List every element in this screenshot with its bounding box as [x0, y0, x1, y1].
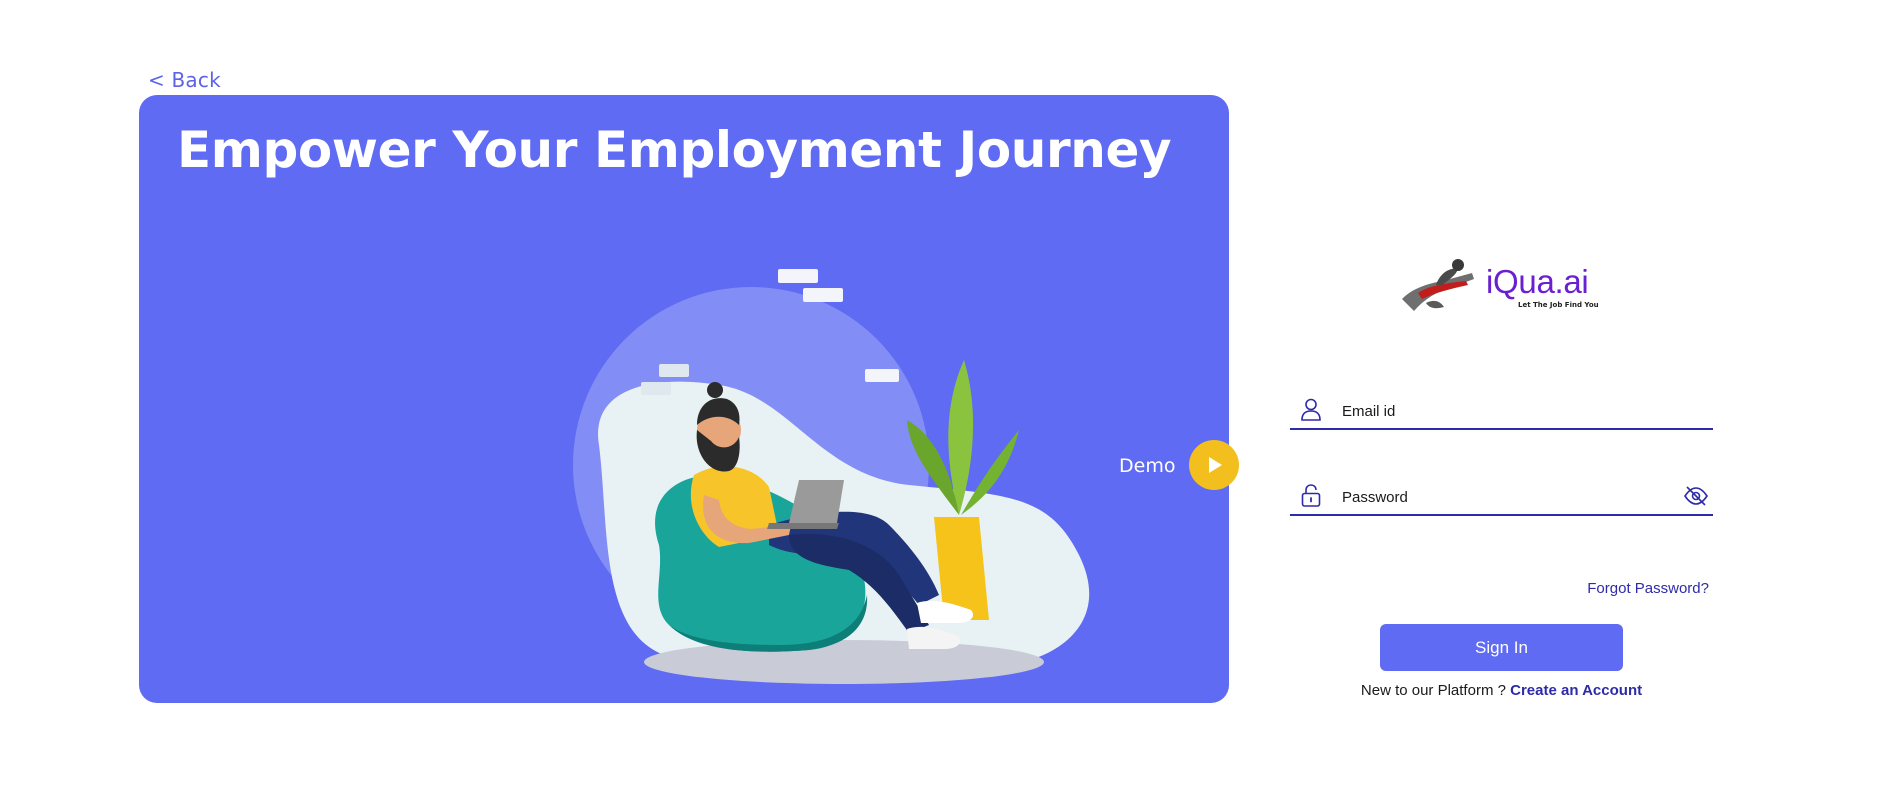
brand-tagline: Let The Job Find You	[1518, 301, 1599, 309]
brand-name: iQua.ai	[1486, 263, 1589, 300]
lock-icon	[1301, 484, 1321, 507]
back-link[interactable]: < Back	[148, 68, 221, 92]
create-account-link[interactable]: Create an Account	[1510, 682, 1642, 699]
email-input[interactable]	[1342, 398, 1662, 424]
password-input[interactable]	[1342, 484, 1662, 510]
demo-button[interactable]: Demo	[1119, 440, 1239, 492]
password-field	[1290, 476, 1713, 516]
eye-off-icon[interactable]	[1683, 484, 1709, 508]
user-icon	[1301, 398, 1321, 421]
hero-illustration	[573, 269, 1090, 684]
brand-logo: iQua.ai Let The Job Find You	[1396, 255, 1616, 325]
sign-in-button[interactable]: Sign In	[1380, 624, 1623, 671]
signup-prompt: New to our Platform ?	[1360, 682, 1511, 699]
hero-banner: Empower Your Employment Journey Demo	[139, 95, 1239, 703]
play-icon	[1189, 440, 1239, 490]
forgot-password-link[interactable]: Forgot Password?	[1587, 580, 1709, 597]
email-field	[1290, 390, 1713, 430]
signup-row: New to our Platform ? Create an Account	[1290, 682, 1713, 699]
runner-logo-icon	[1402, 259, 1474, 311]
demo-label: Demo	[1119, 455, 1176, 477]
hero-title: Empower Your Employment Journey	[177, 121, 1172, 179]
